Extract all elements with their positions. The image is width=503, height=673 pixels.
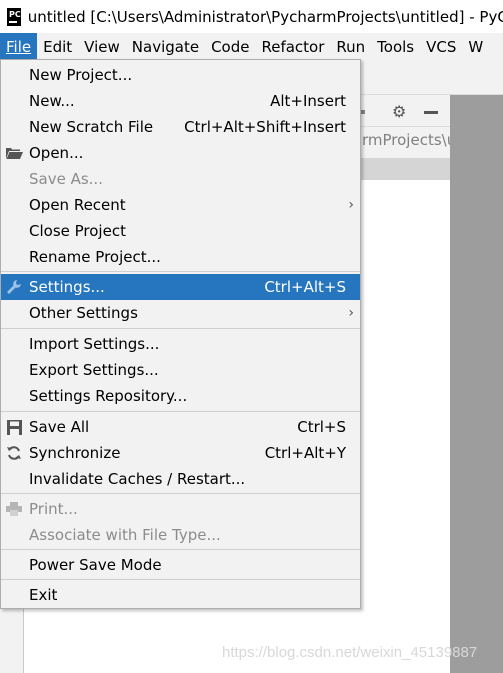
menu-item-new[interactable]: New... Alt+Insert (1, 88, 360, 114)
menu-divider (1, 271, 360, 272)
hide-panel-icon[interactable] (424, 111, 438, 114)
project-tree-area (360, 180, 450, 673)
menu-vcs[interactable]: VCS (420, 33, 462, 60)
menu-view[interactable]: View (78, 33, 126, 60)
sync-icon (5, 444, 23, 462)
chevron-right-icon: › (348, 197, 354, 213)
menu-item-print: Print... (1, 496, 360, 522)
menu-item-settings-repository[interactable]: Settings Repository... (1, 383, 360, 409)
menu-divider (1, 328, 360, 329)
menu-item-exit[interactable]: Exit (1, 582, 360, 608)
menu-tools[interactable]: Tools (371, 33, 420, 60)
menu-item-rename-project[interactable]: Rename Project... (1, 244, 360, 270)
window-title: untitled [C:\Users\Administrator\Pycharm… (27, 7, 503, 26)
menu-item-close-project[interactable]: Close Project (1, 218, 360, 244)
chevron-right-icon: › (348, 305, 354, 321)
menu-divider (1, 549, 360, 550)
folder-open-icon (5, 144, 23, 162)
printer-icon (5, 500, 23, 518)
menu-item-save-all[interactable]: Save All Ctrl+S (1, 414, 360, 440)
menu-window[interactable]: W (462, 33, 489, 60)
menu-bar: File Edit View Navigate Code Refactor Ru… (0, 33, 503, 60)
panel-separator-icon (361, 110, 365, 114)
menu-item-settings[interactable]: Settings... Ctrl+Alt+S (1, 274, 360, 300)
project-tree-row[interactable] (360, 158, 450, 180)
menu-divider (1, 493, 360, 494)
gear-icon[interactable]: ⚙ (392, 104, 408, 120)
project-path-text: rmProjects\u (362, 131, 450, 149)
menu-item-new-scratch-file[interactable]: New Scratch File Ctrl+Alt+Shift+Insert (1, 114, 360, 140)
menu-item-invalidate-caches[interactable]: Invalidate Caches / Restart... (1, 466, 360, 492)
menu-item-import-settings[interactable]: Import Settings... (1, 331, 360, 357)
window-titlebar: PC untitled [C:\Users\Administrator\Pych… (0, 0, 503, 33)
menu-code[interactable]: Code (205, 33, 255, 60)
pycharm-logo-icon: PC (7, 7, 21, 26)
menu-item-synchronize[interactable]: Synchronize Ctrl+Alt+Y (1, 440, 360, 466)
menu-divider (1, 579, 360, 580)
menu-item-save-as: Save As... (29, 170, 103, 188)
file-menu-dropdown: New Project... New... Alt+Insert New Scr… (0, 59, 361, 609)
menu-item-export-settings[interactable]: Export Settings... (1, 357, 360, 383)
menu-item-other-settings[interactable]: Other Settings › (1, 300, 360, 326)
menu-edit[interactable]: Edit (37, 33, 78, 60)
menu-item-new-project[interactable]: New Project... (1, 62, 360, 88)
menu-navigate[interactable]: Navigate (126, 33, 205, 60)
menu-file[interactable]: File (0, 33, 38, 60)
menu-item-power-save-mode[interactable]: Power Save Mode (1, 552, 360, 578)
menu-run[interactable]: Run (330, 33, 371, 60)
menu-refactor[interactable]: Refactor (255, 33, 330, 60)
menu-item-open-recent[interactable]: Open Recent › (1, 192, 360, 218)
menu-divider (1, 411, 360, 412)
editor-empty-area (450, 95, 503, 673)
watermark: https://blog.csdn.net/weixin_45139887 (222, 644, 478, 661)
floppy-disk-icon (5, 418, 23, 436)
menu-item-associate-file-type: Associate with File Type... (29, 526, 221, 544)
wrench-icon (5, 278, 23, 296)
project-view-area (24, 600, 360, 673)
menu-item-open[interactable]: Open... (1, 140, 360, 166)
